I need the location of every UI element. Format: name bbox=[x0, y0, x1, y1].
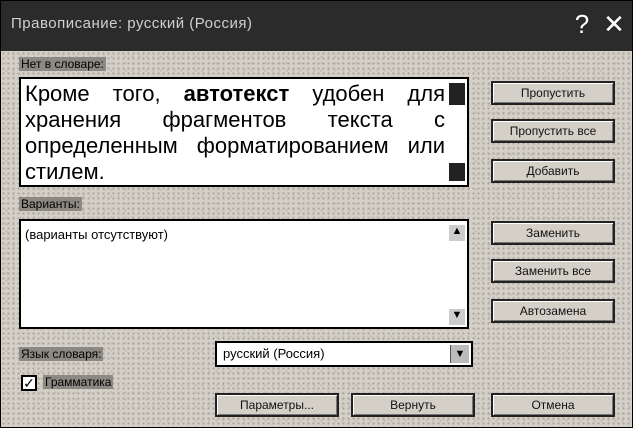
change-button[interactable]: Заменить bbox=[491, 221, 615, 245]
grammar-checkbox-label: Грамматика bbox=[43, 375, 114, 389]
scrollbar-bottom[interactable] bbox=[449, 163, 465, 181]
options-button[interactable]: Параметры... bbox=[215, 393, 339, 417]
title-bar: Правописание: русский (Россия) ? ✕ bbox=[1, 1, 632, 51]
dictionary-language-value: русский (Россия) bbox=[223, 346, 325, 361]
misspelled-word: автотекст bbox=[183, 81, 290, 106]
help-icon[interactable]: ? bbox=[567, 7, 597, 41]
add-button[interactable]: Добавить bbox=[491, 159, 615, 183]
scrollbar-thumb[interactable] bbox=[449, 83, 465, 105]
dictionary-language-label: Язык словаря: bbox=[19, 347, 104, 361]
scroll-up-icon[interactable]: ▲ bbox=[449, 225, 465, 241]
close-icon[interactable]: ✕ bbox=[599, 7, 629, 41]
not-in-dictionary-label: Нет в словаре: bbox=[19, 57, 106, 71]
chevron-down-icon[interactable]: ▼ bbox=[450, 345, 469, 363]
sentence-text: Кроме того, автотекст удобен для хранени… bbox=[25, 81, 445, 185]
dialog-title: Правописание: русский (Россия) bbox=[11, 15, 253, 32]
undo-button[interactable]: Вернуть bbox=[351, 393, 475, 417]
suggestions-list[interactable]: (варианты отсутствуют) ▲ ▼ bbox=[19, 219, 469, 329]
scroll-down-icon[interactable]: ▼ bbox=[449, 309, 465, 325]
sentence-text-before: Кроме того, bbox=[25, 81, 184, 106]
not-in-dictionary-textbox[interactable]: Кроме того, автотекст удобен для хранени… bbox=[19, 77, 469, 187]
ignore-all-button[interactable]: Пропустить все bbox=[491, 119, 615, 143]
cancel-button[interactable]: Отмена bbox=[491, 393, 615, 417]
dictionary-language-select[interactable]: русский (Россия) ▼ bbox=[215, 341, 473, 367]
grammar-checkbox[interactable]: ✓ bbox=[21, 375, 37, 391]
ignore-button[interactable]: Пропустить bbox=[491, 81, 615, 105]
suggestions-label: Варианты: bbox=[19, 197, 82, 211]
spelling-dialog: Правописание: русский (Россия) ? ✕ Нет в… bbox=[0, 0, 633, 428]
autocorrect-button[interactable]: Автозамена bbox=[491, 299, 615, 323]
suggestion-item[interactable]: (варианты отсутствуют) bbox=[25, 227, 168, 242]
change-all-button[interactable]: Заменить все bbox=[491, 259, 615, 283]
